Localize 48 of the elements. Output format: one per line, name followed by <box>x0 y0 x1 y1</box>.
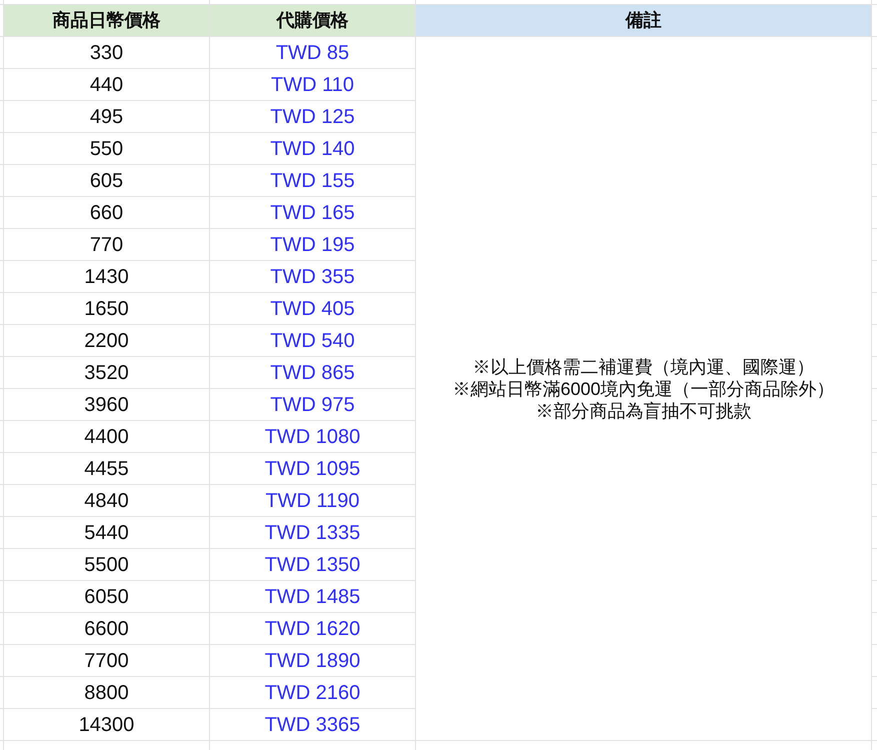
table-cell: 440 <box>4 69 209 100</box>
table-cell: 660 <box>4 197 209 228</box>
table-cell: 5500 <box>4 549 209 580</box>
table-cell: TWD 1890 <box>210 645 415 676</box>
table-cell: 2200 <box>4 325 209 356</box>
table-cell: 7700 <box>4 645 209 676</box>
table-cell: 1430 <box>4 261 209 292</box>
table-cell: TWD 3365 <box>210 709 415 740</box>
table-cell: 3520 <box>4 357 209 388</box>
table-cell: 4840 <box>4 485 209 516</box>
table-cell: 4400 <box>4 421 209 452</box>
table-cell: TWD 1335 <box>210 517 415 548</box>
table-cell: TWD 195 <box>210 229 415 260</box>
table-cell: 3960 <box>4 389 209 420</box>
table-cell: TWD 85 <box>210 37 415 68</box>
table-cell: 8800 <box>4 677 209 708</box>
table-cell: TWD 165 <box>210 197 415 228</box>
table-cell: 495 <box>4 101 209 132</box>
table-cell: TWD 1080 <box>210 421 415 452</box>
column-header: 代購價格 <box>210 5 415 36</box>
table-cell: 5440 <box>4 517 209 548</box>
table-cell: TWD 140 <box>210 133 415 164</box>
table-cell: TWD 865 <box>210 357 415 388</box>
table-cell: 605 <box>4 165 209 196</box>
table-cell: TWD 975 <box>210 389 415 420</box>
table-cell: 6050 <box>4 581 209 612</box>
table-cell: TWD 1485 <box>210 581 415 612</box>
table-cell: TWD 110 <box>210 69 415 100</box>
table-cell: TWD 1620 <box>210 613 415 644</box>
table-cell: TWD 1350 <box>210 549 415 580</box>
table-cell: TWD 355 <box>210 261 415 292</box>
table-cell: TWD 125 <box>210 101 415 132</box>
table-cell: 14300 <box>4 709 209 740</box>
column-header: 備註 <box>416 5 871 36</box>
column-header: 商品日幣價格 <box>4 5 209 36</box>
table-cell: TWD 540 <box>210 325 415 356</box>
table-cell: TWD 1095 <box>210 453 415 484</box>
note-text: ※以上價格需二補運費（境內運、國際運） ※網站日幣滿6000境內免運（一部分商品除外） ※部分商品為盲抽不可挑款 <box>452 356 835 422</box>
table-cell: 330 <box>4 37 209 68</box>
table-cell: 770 <box>4 229 209 260</box>
table-cell: TWD 405 <box>210 293 415 324</box>
table-cell: 1650 <box>4 293 209 324</box>
table-cell: 4455 <box>4 453 209 484</box>
table-cell: TWD 155 <box>210 165 415 196</box>
table-cell: 6600 <box>4 613 209 644</box>
table-cell: TWD 1190 <box>210 485 415 516</box>
table-cell: 550 <box>4 133 209 164</box>
table-cell: TWD 2160 <box>210 677 415 708</box>
